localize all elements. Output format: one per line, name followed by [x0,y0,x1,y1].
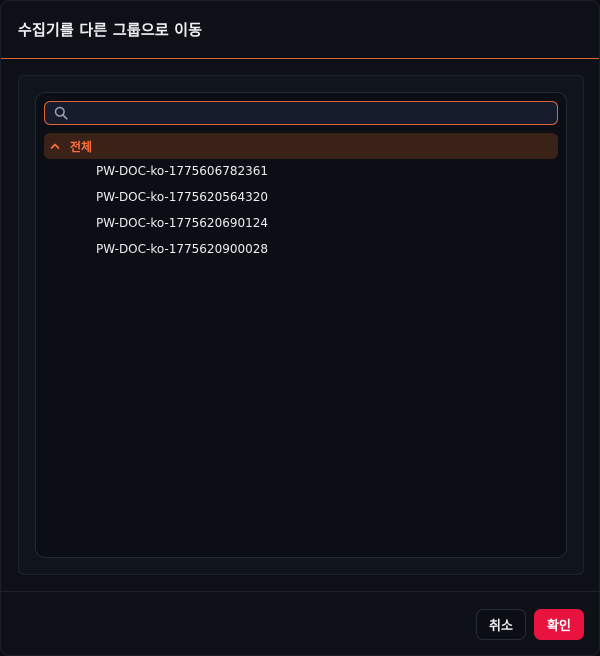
dialog-title: 수집기를 다른 그룹으로 이동 [18,21,203,39]
chevron-up-icon[interactable] [49,140,61,152]
search-icon [54,106,68,120]
tree-node-all-label: 전체 [70,140,93,154]
group-picker-panel: 전체 PW-DOC-ko-1775606782361 PW-DOC-ko-177… [18,75,584,575]
tree-item-label: PW-DOC-ko-1775620900028 [96,242,269,256]
search-input[interactable] [75,104,551,122]
tree-item-collector[interactable]: PW-DOC-ko-1775620564320 [44,185,558,211]
tree-item-collector[interactable]: PW-DOC-ko-1775606782361 [44,159,558,185]
search-box[interactable] [44,101,558,125]
confirm-button[interactable]: 확인 [534,609,584,640]
group-tree-container: 전체 PW-DOC-ko-1775606782361 PW-DOC-ko-177… [35,92,567,558]
cancel-button[interactable]: 취소 [476,609,526,640]
tree-node-all[interactable]: 전체 [44,133,558,159]
tree-item-label: PW-DOC-ko-1775606782361 [96,164,269,178]
tree-item-label: PW-DOC-ko-1775620690124 [96,216,269,230]
tree-item-collector[interactable]: PW-DOC-ko-1775620900028 [44,237,558,263]
tree-children: PW-DOC-ko-1775606782361 PW-DOC-ko-177562… [36,159,568,263]
tree-item-label: PW-DOC-ko-1775620564320 [96,190,269,204]
dialog-footer: 취소 확인 [1,591,599,655]
dialog-header: 수집기를 다른 그룹으로 이동 [1,1,599,59]
tree-item-collector[interactable]: PW-DOC-ko-1775620690124 [44,211,558,237]
move-collector-dialog: 수집기를 다른 그룹으로 이동 전체 PW-DOC-ko-17756067823… [0,0,600,656]
